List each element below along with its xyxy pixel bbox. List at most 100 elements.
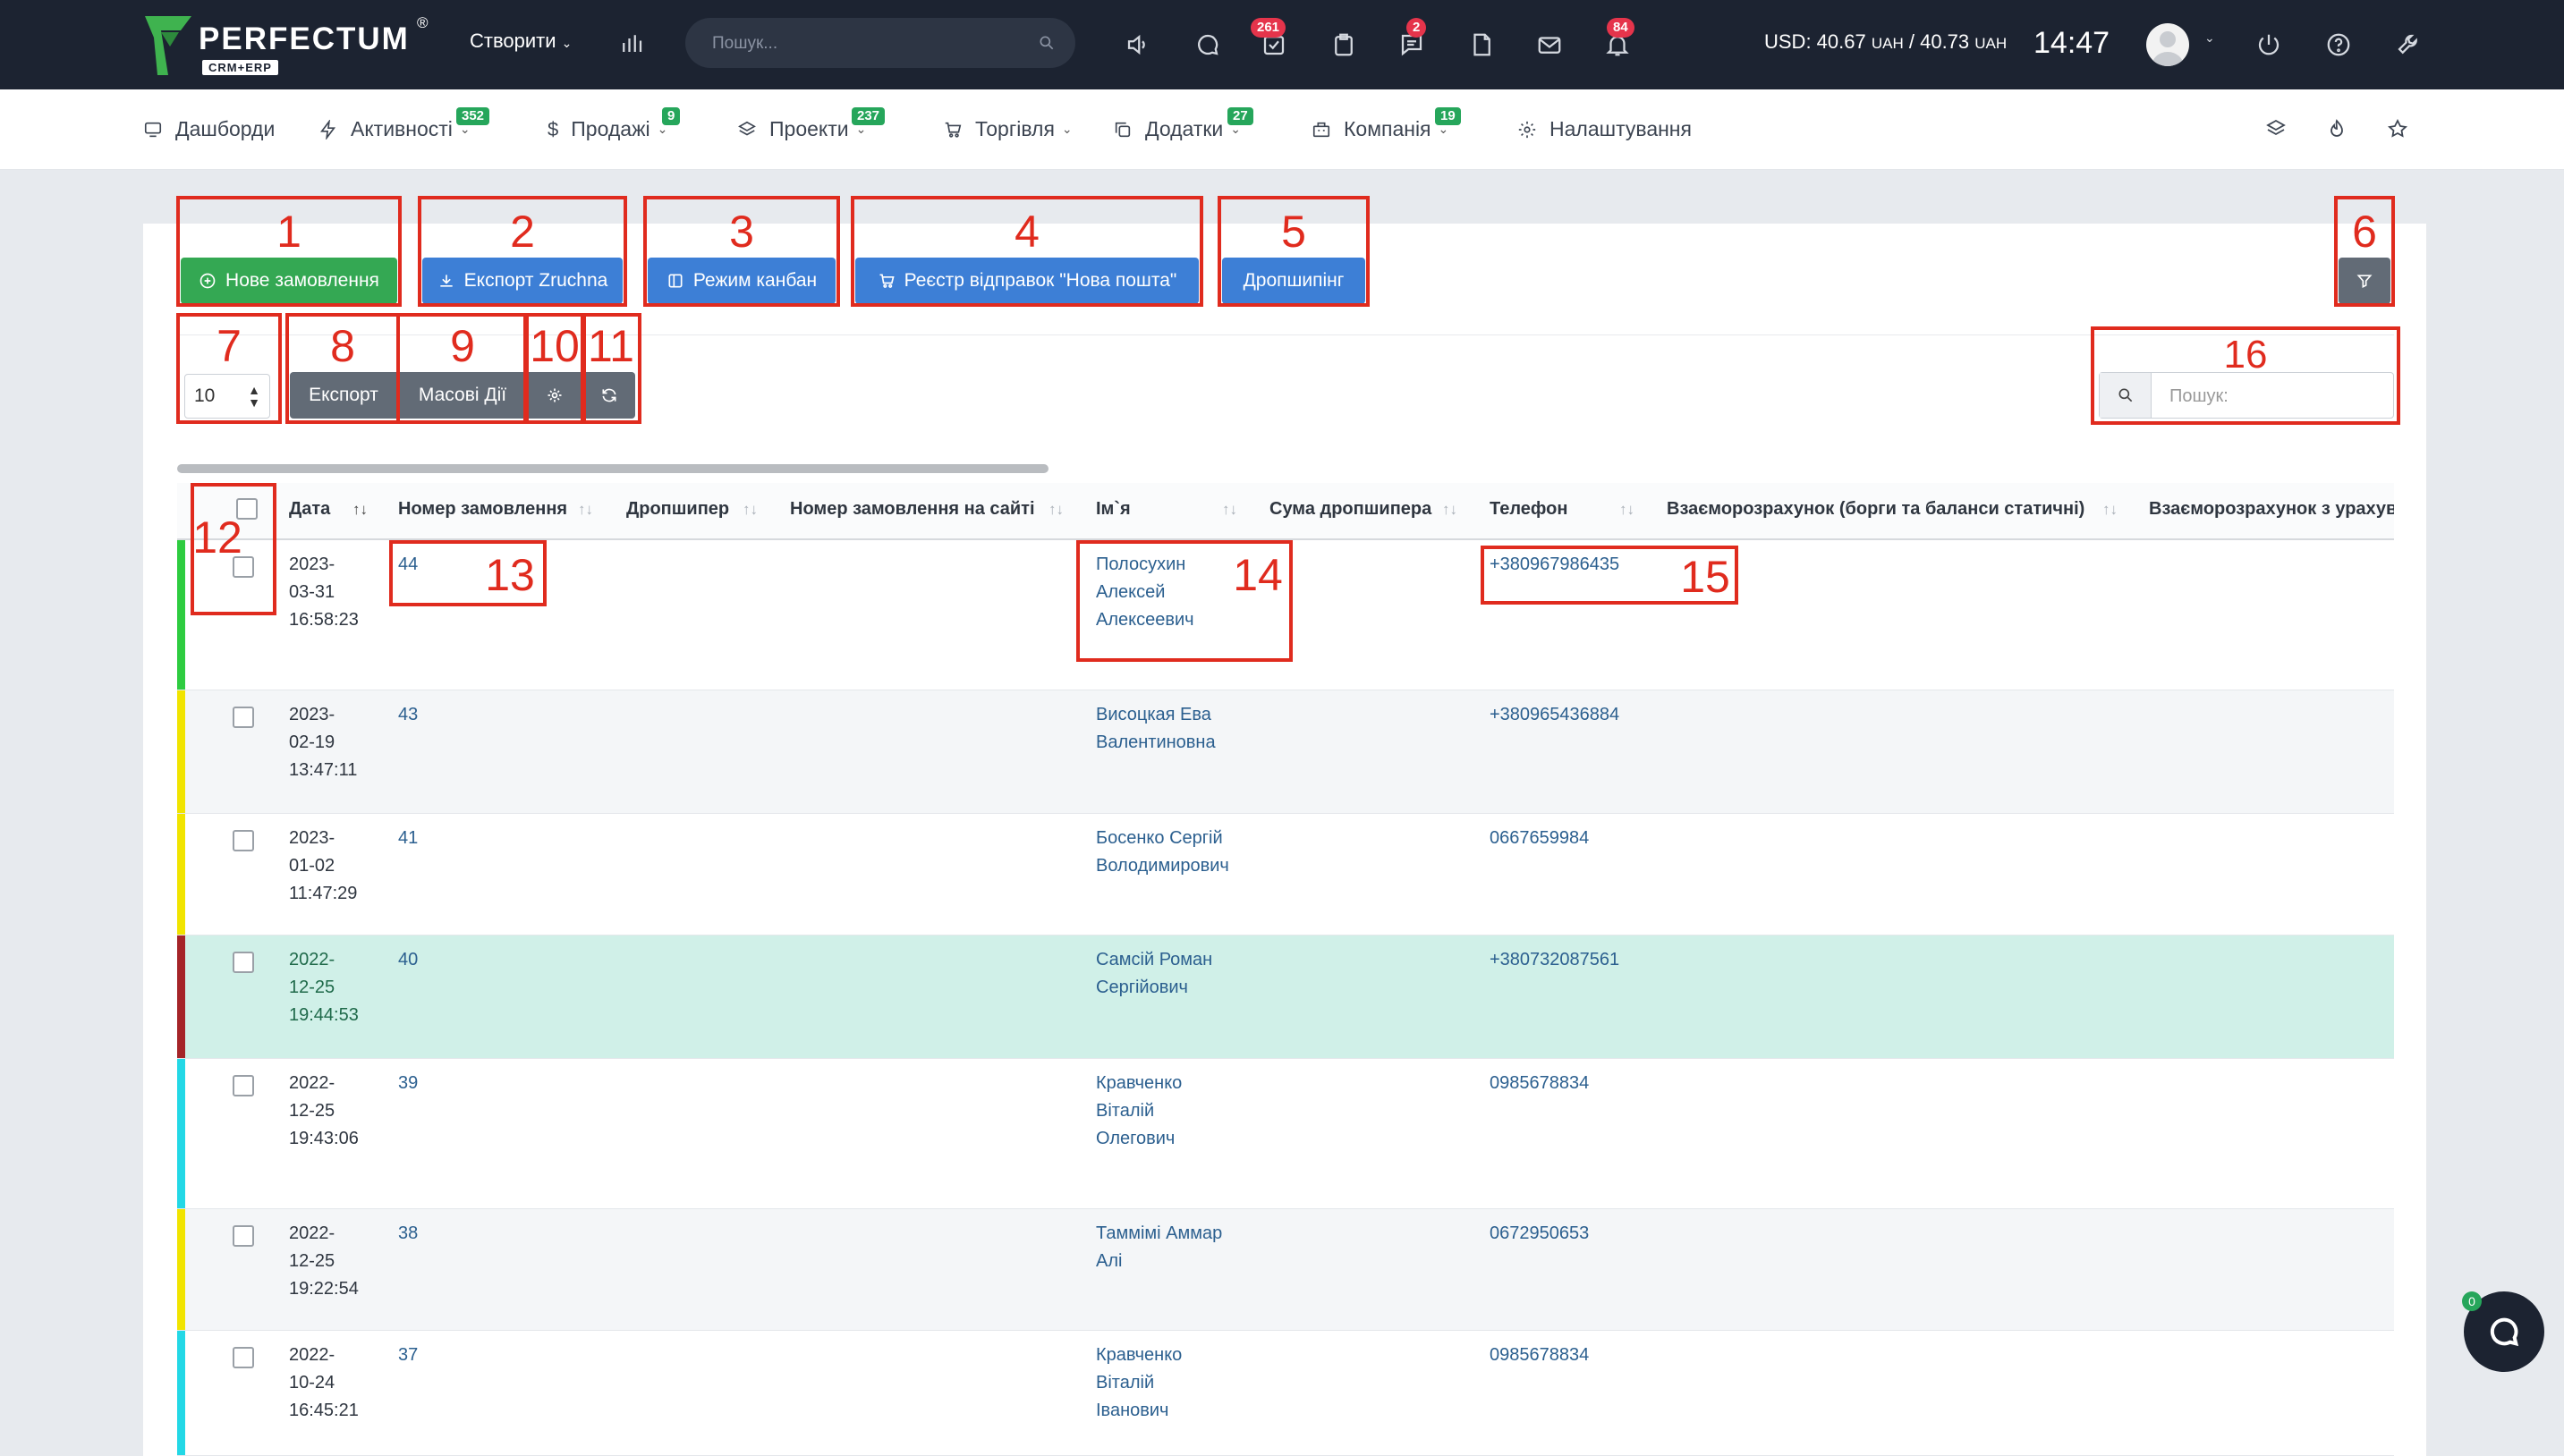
export-zruchna-button[interactable]: Експорт Zruchna: [422, 258, 623, 304]
col-settlements-static[interactable]: Взаєморозрахунок (борги та баланси стати…: [1667, 499, 2084, 520]
sort-icon[interactable]: ↑↓: [743, 501, 758, 519]
customer-phone[interactable]: 0985678834: [1490, 1070, 1589, 1097]
customer-name[interactable]: Кравченко Віталій Іванович: [1096, 1342, 1182, 1425]
cart-icon: [879, 274, 895, 288]
customer-phone[interactable]: 0667659984: [1490, 825, 1589, 852]
table-row[interactable]: 2022- 12-25 19:43:06 39 Кравченко Віталій Олег…: [177, 1059, 2394, 1209]
row-checkbox[interactable]: [233, 952, 254, 973]
customer-name[interactable]: Кравченко Віталій Олегович: [1096, 1070, 1182, 1153]
volume-icon[interactable]: [1120, 27, 1156, 63]
sort-icon[interactable]: ↑↓: [578, 501, 593, 519]
row-checkbox[interactable]: [233, 707, 254, 728]
customer-phone[interactable]: +380965436884: [1490, 701, 1619, 729]
sort-icon[interactable]: ↑↓: [1442, 501, 1457, 519]
annotation-15: 15: [1680, 552, 1730, 602]
nav-company[interactable]: Компанія ⌄: [1312, 117, 1448, 141]
power-icon[interactable]: [2251, 27, 2287, 63]
customer-name[interactable]: Висоцкая Ева Валентиновна: [1096, 701, 1216, 757]
nav-dashboards[interactable]: Дашборди: [143, 117, 275, 141]
dropshipping-button[interactable]: Дропшипінг: [1222, 258, 1365, 304]
monitor-icon: [144, 122, 162, 137]
mail-icon[interactable]: [1532, 27, 1567, 63]
col-settlements-dynamic[interactable]: Взаєморозрахунок з урахуванням: [2149, 499, 2394, 520]
chevron-down-icon[interactable]: ⌄: [2204, 30, 2215, 46]
help-icon[interactable]: [2321, 27, 2356, 63]
bar-chart-icon[interactable]: [614, 25, 649, 61]
nav-trade[interactable]: Торгівля ⌄: [943, 117, 1073, 141]
wrench-icon[interactable]: [2390, 27, 2426, 63]
sort-desc-icon[interactable]: ↑↓: [352, 501, 368, 519]
order-date: 2022- 12-25 19:44:53: [289, 946, 359, 1029]
export-label: Експорт: [309, 385, 378, 405]
col-name[interactable]: Ім`я: [1096, 499, 1131, 520]
nav-addons[interactable]: Додатки ⌄: [1113, 117, 1241, 141]
row-checkbox[interactable]: [233, 1347, 254, 1368]
layers-stack-icon[interactable]: [2258, 111, 2294, 147]
row-checkbox[interactable]: [233, 830, 254, 851]
status-color-strip: [177, 1331, 185, 1455]
nav-settings[interactable]: Налаштування: [1517, 117, 1692, 141]
nav-activities[interactable]: Активності ⌄: [318, 117, 471, 141]
customer-name-line: Висоцкая Ева: [1096, 705, 1211, 724]
logo-icon: [145, 16, 191, 75]
chevron-down-icon: ⌄: [1061, 122, 1073, 136]
page-size-select[interactable]: 10 ▲ ▼: [184, 374, 270, 419]
col-date[interactable]: Дата: [289, 499, 330, 520]
customer-phone[interactable]: 0985678834: [1490, 1342, 1589, 1369]
column-settings-button[interactable]: [528, 372, 582, 419]
customer-name[interactable]: Самсій Роман Сергійович: [1096, 946, 1212, 1002]
nav-projects[interactable]: Проекти ⌄: [737, 117, 866, 141]
new-order-button[interactable]: Нове замовлення: [181, 258, 397, 304]
sort-icon[interactable]: ↑↓: [1049, 501, 1064, 519]
row-checkbox[interactable]: [233, 1075, 254, 1096]
avatar[interactable]: [2146, 23, 2189, 66]
customer-name[interactable]: Полосухин Алексей Алексеевич: [1096, 551, 1194, 634]
sort-icon[interactable]: ↑↓: [2102, 501, 2118, 519]
order-number-link[interactable]: 38: [398, 1220, 418, 1248]
col-order-number[interactable]: Номер замовлення: [398, 499, 567, 520]
order-number-link[interactable]: 39: [398, 1070, 418, 1097]
col-dropshipper-sum[interactable]: Сума дропшипера: [1269, 499, 1431, 520]
document-icon[interactable]: [1464, 27, 1499, 63]
horizontal-scrollbar[interactable]: [177, 464, 1049, 473]
nova-poshta-registry-button[interactable]: Реєстр відправок "Нова пошта": [855, 258, 1199, 304]
customer-phone[interactable]: +380732087561: [1490, 946, 1619, 974]
mass-actions-label: Масові Дії: [418, 385, 507, 405]
table-row[interactable]: 2023- 01-02 11:47:29 41 Босенко Сергій Володи…: [177, 814, 2394, 935]
page-size-value: 10: [194, 385, 216, 406]
global-search-input[interactable]: Пошук...: [685, 18, 1075, 68]
table-row[interactable]: 2022- 12-25 19:22:54 38 Таммімі Аммар Алі 0672…: [177, 1209, 2394, 1331]
export-button[interactable]: Експорт: [290, 372, 397, 419]
create-menu[interactable]: Створити ⌄: [470, 30, 572, 53]
nav-sales[interactable]: $ Продажі ⌄: [548, 117, 667, 141]
table-search-input[interactable]: Пошук:: [2099, 372, 2394, 419]
table-row[interactable]: 2023- 02-19 13:47:11 43 Висоцкая Ева Валентин…: [177, 690, 2394, 814]
col-dropshipper[interactable]: Дропшипер: [626, 499, 729, 520]
order-number-link[interactable]: 43: [398, 701, 418, 729]
order-number-link[interactable]: 41: [398, 825, 418, 852]
clipboard-icon[interactable]: [1326, 27, 1362, 63]
chat-icon[interactable]: [1190, 27, 1226, 63]
nova-poshta-registry-label: Реєстр відправок "Нова пошта": [904, 270, 1177, 291]
fire-icon[interactable]: [2319, 111, 2355, 147]
table-row[interactable]: 2022- 10-24 16:45:21 37 Кравченко Віталій Іван…: [177, 1331, 2394, 1456]
order-date-line: 10-24: [289, 1373, 335, 1393]
star-icon[interactable]: [2380, 111, 2415, 147]
sort-icon[interactable]: ↑↓: [1619, 501, 1634, 519]
row-checkbox[interactable]: [233, 1225, 254, 1247]
sort-icon[interactable]: ↑↓: [1222, 501, 1237, 519]
refresh-button[interactable]: [583, 372, 635, 419]
filter-button[interactable]: [2339, 258, 2390, 304]
customer-name[interactable]: Таммімі Аммар Алі: [1096, 1220, 1222, 1275]
order-number-link[interactable]: 37: [398, 1342, 418, 1369]
mass-actions-button[interactable]: Масові Дії: [399, 372, 526, 419]
order-number-link[interactable]: 40: [398, 946, 418, 974]
customer-name[interactable]: Босенко Сергій Володимирович: [1096, 825, 1229, 880]
customer-phone[interactable]: +380967986435: [1490, 551, 1619, 579]
table-row[interactable]: 2022- 12-25 19:44:53 40 Самсій Роман Сергійов…: [177, 935, 2394, 1059]
customer-phone[interactable]: 0672950653: [1490, 1220, 1589, 1248]
kanban-mode-button[interactable]: Режим канбан: [648, 258, 836, 304]
col-site-order-number[interactable]: Номер замовлення на сайті: [790, 499, 1035, 520]
order-number-link[interactable]: 44: [398, 551, 418, 579]
col-phone[interactable]: Телефон: [1490, 499, 1567, 520]
